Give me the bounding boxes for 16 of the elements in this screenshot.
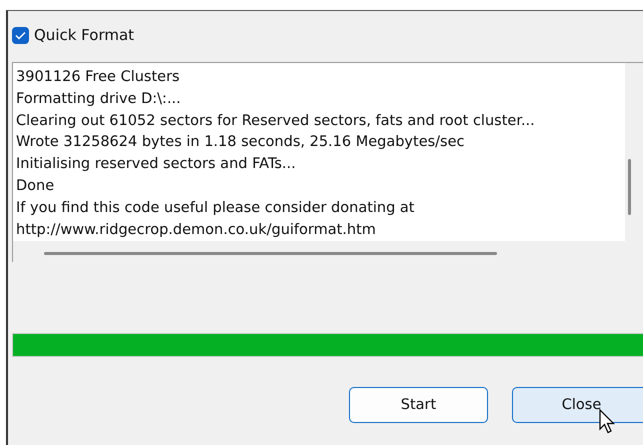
cursor-icon: [599, 409, 617, 435]
log-line: Formatting drive D:\:...: [16, 90, 182, 109]
log-line: Clearing out 61052 sectors for Reserved sectors, fats and root cluster...: [16, 112, 536, 131]
log-line: Initialising reserved sectors and FATs...: [16, 155, 297, 174]
quick-format-checkbox[interactable]: [12, 26, 29, 44]
scrollbar-thumb[interactable]: [628, 159, 631, 215]
log-line: If you find this code useful please consider donating at: [16, 198, 416, 218]
scrollbar-thumb[interactable]: [44, 252, 497, 256]
quick-format-label[interactable]: Quick Format: [34, 26, 134, 44]
log-line: Wrote 31258624 bytes in 1.18 seconds, 25.16 Megabytes/sec: [16, 133, 466, 152]
close-button[interactable]: Close: [512, 387, 643, 423]
start-button[interactable]: Start: [349, 387, 488, 423]
log-line: http://www.ridgecrop.demon.co.uk/guiformat.htm: [16, 220, 377, 240]
checkmark-icon: [15, 30, 26, 40]
log-line: Done: [16, 176, 56, 196]
log-line: 3901126 Free Clusters: [16, 68, 181, 87]
